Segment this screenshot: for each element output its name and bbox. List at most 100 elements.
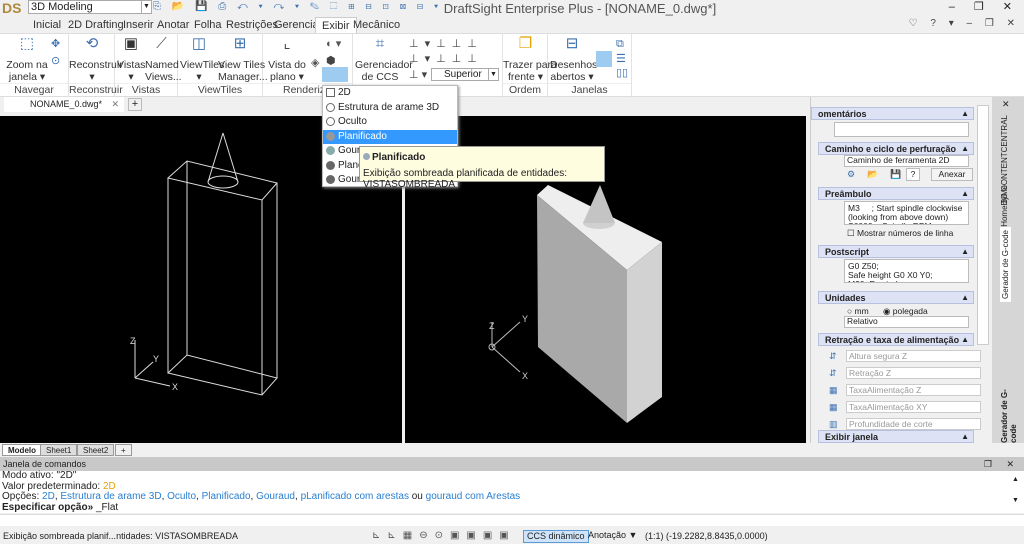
menu-item-oculto[interactable]: Oculto <box>323 115 457 130</box>
close-icon[interactable]: ✕ <box>111 97 119 111</box>
feed-z-field[interactable]: TaxaAlimentação Z <box>846 384 981 396</box>
axis-x-label: X <box>172 382 178 392</box>
option-link[interactable]: 2D <box>42 491 55 502</box>
status-toggle-icons[interactable]: ⊾⊾▦⊖⊙▣▣▣▣ <box>372 528 516 544</box>
add-tab-button[interactable]: + <box>128 98 142 111</box>
ccs-manager-button[interactable]: ⌗ Gerenciador de CCS <box>355 36 413 83</box>
visual-style-icon[interactable]: ◐ ▾ <box>326 37 341 50</box>
collapse-icon: ▲ <box>961 247 969 256</box>
group-label: Navegar <box>0 83 68 96</box>
desenhos-abertos-button[interactable]: ⊟ Desenhos abertos ▾ <box>550 36 597 83</box>
label: ou <box>408 491 426 502</box>
ucs-icons-row1[interactable]: ⊥▾⊥⊥⊥ <box>409 37 483 50</box>
option-link[interactable]: Planificado <box>202 491 251 502</box>
menu-item-2d[interactable]: 2D <box>323 86 457 101</box>
help-button[interactable]: ? <box>906 168 920 181</box>
named-views-button[interactable]: ⟋ Named Views... <box>145 36 182 83</box>
window-title: DraftSight Enterprise Plus - [NONAME_0.d… <box>443 1 717 16</box>
menu-item-wireframe[interactable]: Estrutura de arame 3D <box>323 101 457 116</box>
section-unidades[interactable]: Unidades ▲ <box>818 291 974 304</box>
reconstruir-button[interactable]: ⟲ Reconstruir ▾ <box>69 36 123 83</box>
annotation-select[interactable]: Anotação ▼ <box>585 530 640 543</box>
zoom-object-icon[interactable]: ⊙ <box>51 54 60 67</box>
option-link[interactable]: pLanificado com arestas <box>301 491 409 502</box>
mode-select[interactable]: Relativo <box>844 316 969 328</box>
preamble-textarea[interactable]: M3 ; Start spindle clockwise (looking fr… <box>844 201 969 225</box>
section-preambulo[interactable]: Preâmbulo ▲ <box>818 187 974 200</box>
option-link[interactable]: gouraud com Arestas <box>426 491 521 502</box>
tab-inicial[interactable]: Inicial <box>33 17 61 34</box>
toolpath-select[interactable]: Caminho de ferramenta 2D <box>844 155 969 167</box>
tab-folha[interactable]: Folha <box>194 17 222 34</box>
sheet-tab-sheet1[interactable]: Sheet1 <box>40 444 78 456</box>
comments-input[interactable] <box>834 122 969 137</box>
tab-exibir[interactable]: Exibir <box>315 17 357 34</box>
command-window-controls[interactable]: ❐ ✕ <box>984 457 1020 471</box>
command-scrollbar[interactable]: ▲ ▼ <box>1012 475 1022 509</box>
view-select[interactable]: Superior ▼ <box>431 68 499 81</box>
command-input[interactable] <box>0 514 1024 526</box>
plano-label: Vista do plano ▾ <box>268 59 306 83</box>
postscript-textarea[interactable]: G0 Z50; Safe height G0 X0 Y0; M30; Rewin… <box>844 259 969 283</box>
tab-2d-drafting[interactable]: 2D Drafting <box>68 17 124 34</box>
ucs-icons-row2[interactable]: ⊥▾⊥⊥⊥ <box>409 52 483 65</box>
retracao-field[interactable]: Retração Z <box>846 367 981 379</box>
section-exibir[interactable]: Exibir janela ▲ <box>818 430 974 443</box>
render-icon[interactable]: ◈ <box>311 56 319 69</box>
zoom-window-button[interactable]: ⬚ Zoom na janela ▾ <box>4 36 50 83</box>
vistas-button[interactable]: ▣ Vistas ▾ <box>117 36 145 83</box>
visual-style-dropdown-button[interactable] <box>322 67 348 82</box>
anexar-button[interactable]: Anexar <box>931 168 973 181</box>
section-comentarios[interactable]: omentários ▲ <box>811 107 974 120</box>
tile-windows-button[interactable] <box>596 51 612 67</box>
workspace-select[interactable]: 3D Modeling ▼ <box>28 0 152 14</box>
viewtiles-manager-button[interactable]: ⊞ View Tiles Manager... <box>218 36 268 83</box>
command-line: Opções: 2D, Estrutura de arame 3D, Ocult… <box>2 491 521 502</box>
ucs-icon[interactable]: ⊥ ▾ <box>409 68 427 81</box>
tooltip: Planificado Exibição sombreada planifica… <box>359 146 605 190</box>
tile-horizontal-icon[interactable]: ☰ <box>616 52 626 65</box>
option-link[interactable]: Oculto <box>167 491 196 502</box>
add-sheet-button[interactable]: + <box>115 444 132 456</box>
sheet-tab-modelo[interactable]: Modelo <box>2 444 42 456</box>
panel-scrollbar[interactable] <box>977 105 989 345</box>
dynamic-ccs-toggle[interactable]: CCS dinâmico <box>523 530 589 543</box>
toolpath-icon-buttons[interactable]: ⚙📂💾 <box>847 169 913 180</box>
section-caminho[interactable]: Caminho e ciclo de perfuração ▲ <box>818 142 974 155</box>
line-numbers-checkbox[interactable]: ☐ Mostrar números de linha <box>847 228 953 239</box>
menu-item-planificado[interactable]: Planificado <box>323 129 457 144</box>
side-tab-gcode[interactable]: Gerador de G-code <box>1000 227 1011 302</box>
axis-y-label: Y <box>522 314 528 324</box>
ribbon-controls[interactable]: ♡ ? ▾ – ❐ ✕ <box>909 18 1020 29</box>
section-postscript[interactable]: Postscript ▲ <box>818 245 974 258</box>
window-controls[interactable]: – ❐ ✕ <box>949 0 1020 13</box>
tab-anotar[interactable]: Anotar <box>157 17 189 34</box>
axis-z-label: Z <box>130 336 136 346</box>
sheet-tab-sheet2[interactable]: Sheet2 <box>77 444 115 456</box>
collapse-icon: ▲ <box>961 144 969 153</box>
document-tab[interactable]: NONAME_0.dwg* ✕ <box>4 97 124 112</box>
radio-mm[interactable]: ○ mm <box>847 306 869 316</box>
viewtiles-button[interactable]: ◫ ViewTiles ▾ <box>180 36 224 83</box>
vista-do-plano-button[interactable]: ⌞ Vista do plano ▾ <box>265 36 309 83</box>
pan-icon[interactable]: ✥ <box>51 37 60 50</box>
cut-depth-field[interactable]: Profundidade de corte <box>846 418 981 430</box>
prompt: Especificar opção» <box>2 501 96 513</box>
cascade-icon[interactable]: ⧉ <box>616 38 624 51</box>
tab-inserir[interactable]: Inserir <box>123 17 154 34</box>
tab-mecanico[interactable]: Mecânico <box>353 17 400 34</box>
materials-icon[interactable]: ⬢ <box>326 54 336 67</box>
feed-xy-field[interactable]: TaxaAlimentação XY <box>846 401 981 413</box>
altura-segura-field[interactable]: Altura segura Z <box>846 350 981 362</box>
option-link[interactable]: Gouraud <box>256 491 295 502</box>
close-icon[interactable]: ✕ <box>1002 99 1010 110</box>
tile-vertical-icon[interactable]: ▯▯ <box>616 66 628 79</box>
menu-item-label: 2D <box>338 87 351 98</box>
trazer-para-frente-button[interactable]: ❐ Trazer para frente ▾ <box>503 36 557 83</box>
section-retracao[interactable]: Retração e taxa de alimentação ▲ <box>818 333 974 346</box>
side-tab-homebyme[interactable]: HomeByMe <box>1000 185 1009 227</box>
command-line: Especificar opção» _Flat <box>2 501 1024 514</box>
option-link[interactable]: Estrutura de arame 3D <box>60 491 161 502</box>
tab-restricoes[interactable]: Restrições <box>226 17 278 34</box>
section-title: Retração e taxa de alimentação <box>825 335 960 345</box>
